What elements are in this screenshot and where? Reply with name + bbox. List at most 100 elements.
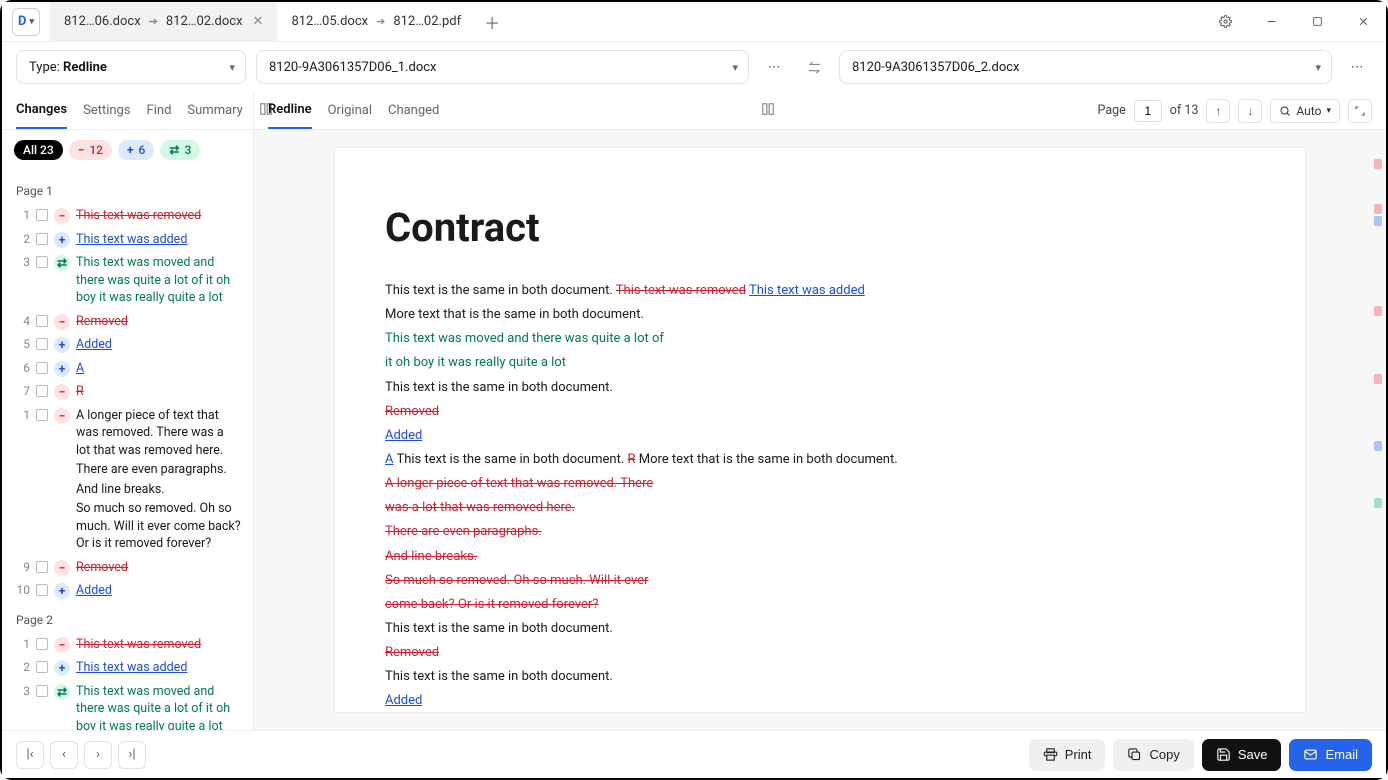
chevron-down-icon: ▾ — [732, 61, 738, 74]
doc-canvas[interactable]: Contract This text is the same in both d… — [254, 130, 1386, 730]
left-file-dropdown[interactable]: 8120-9A3061357D06_1.docx ▾ — [256, 50, 749, 84]
change-checkbox[interactable] — [36, 362, 48, 374]
rem-badge-icon: − — [54, 408, 70, 424]
footer: |‹ ‹ › ›| Print Copy Save Email — [2, 730, 1386, 778]
chip-removed[interactable]: −12 — [69, 140, 112, 160]
doc-line: This text was moved and there was quite … — [385, 329, 1255, 349]
change-checkbox[interactable] — [36, 584, 48, 596]
fullscreen-button[interactable] — [1348, 99, 1372, 123]
sidebar-tab-changes[interactable]: Changes — [16, 92, 67, 129]
rem-badge-icon: − — [54, 637, 70, 653]
right-file-menu[interactable]: ⋯ — [1342, 52, 1372, 82]
change-checkbox[interactable] — [36, 256, 48, 268]
chevron-down-icon: ▾ — [229, 61, 235, 74]
window-tabs: 812…06.docx➔812…02.docx✕812…05.docx➔812…… — [50, 2, 475, 41]
rem-badge-icon: − — [54, 384, 70, 400]
view-tabs: Redline Original Changed — [268, 92, 439, 129]
doc-line: And line breaks. — [385, 547, 1255, 567]
last-button[interactable]: ›| — [118, 741, 146, 769]
move-icon: ⇄ — [169, 143, 179, 157]
compare-layout-icon[interactable] — [761, 102, 775, 120]
change-row[interactable]: 2 + This text was added — [10, 656, 245, 680]
selector-row: Type: Redline ▾ 8120-9A3061357D06_1.docx… — [2, 42, 1386, 92]
minimize-button[interactable] — [1248, 2, 1294, 42]
change-checkbox[interactable] — [36, 685, 48, 697]
sidebar: Changes Settings Find Summary All 23 −12 +6… — [2, 92, 254, 730]
change-row[interactable]: 1 − This text was removed — [10, 204, 245, 228]
left-file-menu[interactable]: ⋯ — [759, 52, 789, 82]
document-pane: Redline Original Changed Page of 13 ↑ ↓ Au… — [254, 92, 1386, 730]
change-checkbox[interactable] — [36, 409, 48, 421]
chip-all[interactable]: All 23 — [14, 140, 63, 160]
first-button[interactable]: |‹ — [16, 741, 44, 769]
view-tab-original[interactable]: Original — [328, 93, 372, 128]
changes-list[interactable]: Page 1 1 − This text was removed 2 + Thi… — [2, 170, 253, 730]
app-menu[interactable]: D▾ — [12, 8, 40, 36]
next-button[interactable]: › — [84, 741, 112, 769]
swap-icon[interactable] — [799, 52, 829, 82]
chip-moved[interactable]: ⇄3 — [160, 140, 200, 160]
rem-badge-icon: − — [54, 208, 70, 224]
zoom-dropdown[interactable]: Auto ▾ — [1270, 99, 1340, 123]
view-tab-redline[interactable]: Redline — [268, 92, 312, 129]
page-nav: Page of 13 ↑ ↓ Auto ▾ — [1098, 99, 1372, 123]
left-file-name: 8120-9A3061357D06_1.docx — [269, 60, 437, 75]
doc-line: A longer piece of text that was removed.… — [385, 474, 1255, 494]
close-button[interactable] — [1340, 2, 1386, 42]
change-checkbox[interactable] — [36, 315, 48, 327]
change-checkbox[interactable] — [36, 661, 48, 673]
change-row[interactable]: 10 + Added — [10, 579, 245, 603]
doc-line: More text that is the same in both docum… — [385, 305, 1255, 325]
type-dropdown[interactable]: Type: Redline ▾ — [16, 50, 246, 84]
change-row[interactable]: 1 − A longer piece of text that was remo… — [10, 404, 245, 556]
settings-icon[interactable] — [1202, 2, 1248, 42]
change-row[interactable]: 7 − R — [10, 380, 245, 404]
sidebar-tab-settings[interactable]: Settings — [83, 93, 130, 128]
email-button[interactable]: Email — [1289, 739, 1372, 771]
change-row[interactable]: 9 − Removed — [10, 556, 245, 580]
page-label: Page 1 — [10, 174, 245, 204]
copy-button[interactable]: Copy — [1113, 739, 1193, 771]
change-checkbox[interactable] — [36, 561, 48, 573]
change-checkbox[interactable] — [36, 338, 48, 350]
doc-toolbar: Redline Original Changed Page of 13 ↑ ↓ Au… — [254, 92, 1386, 130]
page-total: of 13 — [1170, 103, 1199, 118]
sidebar-tab-find[interactable]: Find — [147, 93, 172, 128]
change-checkbox[interactable] — [36, 209, 48, 221]
window-tab[interactable]: 812…05.docx➔812…02.pdf — [277, 2, 475, 41]
window-tab[interactable]: 812…06.docx➔812…02.docx✕ — [50, 2, 277, 41]
view-tab-changed[interactable]: Changed — [388, 93, 439, 128]
change-row[interactable]: 3 ⇄ This text was moved and there was qu… — [10, 251, 245, 310]
change-checkbox[interactable] — [36, 385, 48, 397]
change-row[interactable]: 1 − This text was removed — [10, 633, 245, 657]
page-input[interactable] — [1134, 100, 1162, 122]
change-checkbox[interactable] — [36, 638, 48, 650]
page-label: Page — [1098, 103, 1126, 118]
sidebar-tab-summary[interactable]: Summary — [187, 93, 242, 128]
sidebar-tabs: Changes Settings Find Summary — [2, 92, 253, 130]
page-down-button[interactable]: ↓ — [1238, 99, 1262, 123]
change-row[interactable]: 3 ⇄ This text was moved and there was qu… — [10, 680, 245, 731]
change-checkbox[interactable] — [36, 233, 48, 245]
right-file-dropdown[interactable]: 8120-9A3061357D06_2.docx ▾ — [839, 50, 1332, 84]
doc-line: Added — [385, 691, 1255, 711]
new-tab-button[interactable]: ＋ — [475, 10, 509, 34]
change-row[interactable]: 5 + Added — [10, 333, 245, 357]
chip-added[interactable]: +6 — [118, 140, 154, 160]
doc-line: Added — [385, 426, 1255, 446]
doc-line: Removed — [385, 402, 1255, 422]
save-button[interactable]: Save — [1202, 739, 1282, 771]
change-row[interactable]: 2 + This text was added — [10, 228, 245, 252]
close-tab-icon[interactable]: ✕ — [253, 14, 264, 29]
minimap[interactable] — [1370, 148, 1382, 712]
page-up-button[interactable]: ↑ — [1206, 99, 1230, 123]
maximize-button[interactable] — [1294, 2, 1340, 42]
doc-line: come back? Or is it removed forever? — [385, 595, 1255, 615]
change-row[interactable]: 6 + A — [10, 357, 245, 381]
prev-button[interactable]: ‹ — [50, 741, 78, 769]
doc-line: So much so removed. Oh so much. Will it … — [385, 571, 1255, 591]
print-button[interactable]: Print — [1029, 739, 1106, 771]
chevron-down-icon: ▾ — [1315, 61, 1321, 74]
change-row[interactable]: 4 − Removed — [10, 310, 245, 334]
add-badge-icon: + — [54, 583, 70, 599]
